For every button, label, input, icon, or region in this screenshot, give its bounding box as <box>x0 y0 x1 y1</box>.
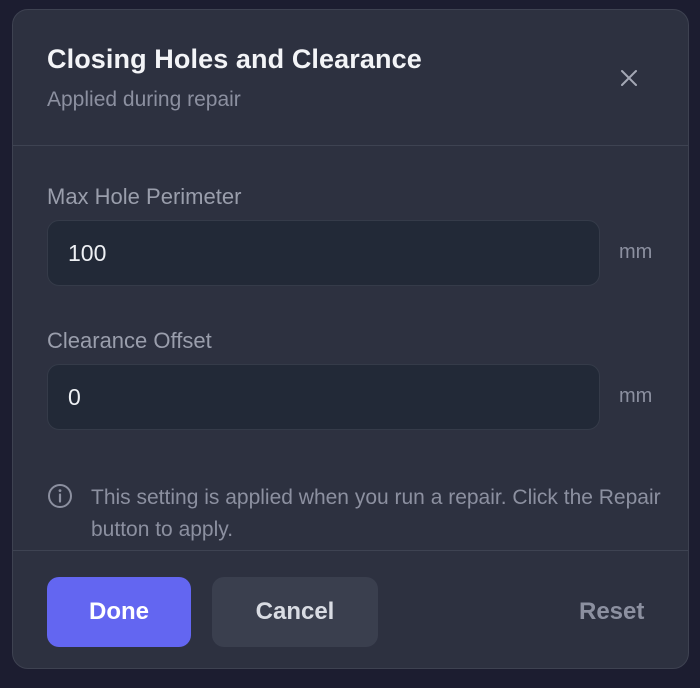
max-hole-perimeter-unit: mm <box>619 241 653 263</box>
info-icon <box>48 484 72 508</box>
reset-button[interactable]: Reset <box>579 598 644 626</box>
close-icon <box>621 70 637 86</box>
clearance-offset-unit: mm <box>619 385 653 407</box>
settings-dialog: Closing Holes and Clearance Applied duri… <box>12 9 689 669</box>
max-hole-perimeter-input[interactable] <box>47 220 600 286</box>
dialog-title: Closing Holes and Clearance <box>47 44 422 74</box>
max-hole-perimeter-label: Max Hole Perimeter <box>47 184 242 209</box>
cancel-button[interactable]: Cancel <box>212 577 378 647</box>
clearance-offset-input[interactable] <box>47 364 600 430</box>
dialog-body: Max Hole Perimeter mm Clearance Offset m… <box>13 146 688 551</box>
clearance-offset-label: Clearance Offset <box>47 328 212 353</box>
dialog-subtitle: Applied during repair <box>47 88 241 111</box>
dialog-header: Closing Holes and Clearance Applied duri… <box>13 10 688 146</box>
close-button[interactable] <box>613 62 645 94</box>
dialog-footer: Done Cancel Reset <box>13 551 688 668</box>
done-button[interactable]: Done <box>47 577 191 647</box>
info-text: This setting is applied when you run a r… <box>91 486 661 541</box>
